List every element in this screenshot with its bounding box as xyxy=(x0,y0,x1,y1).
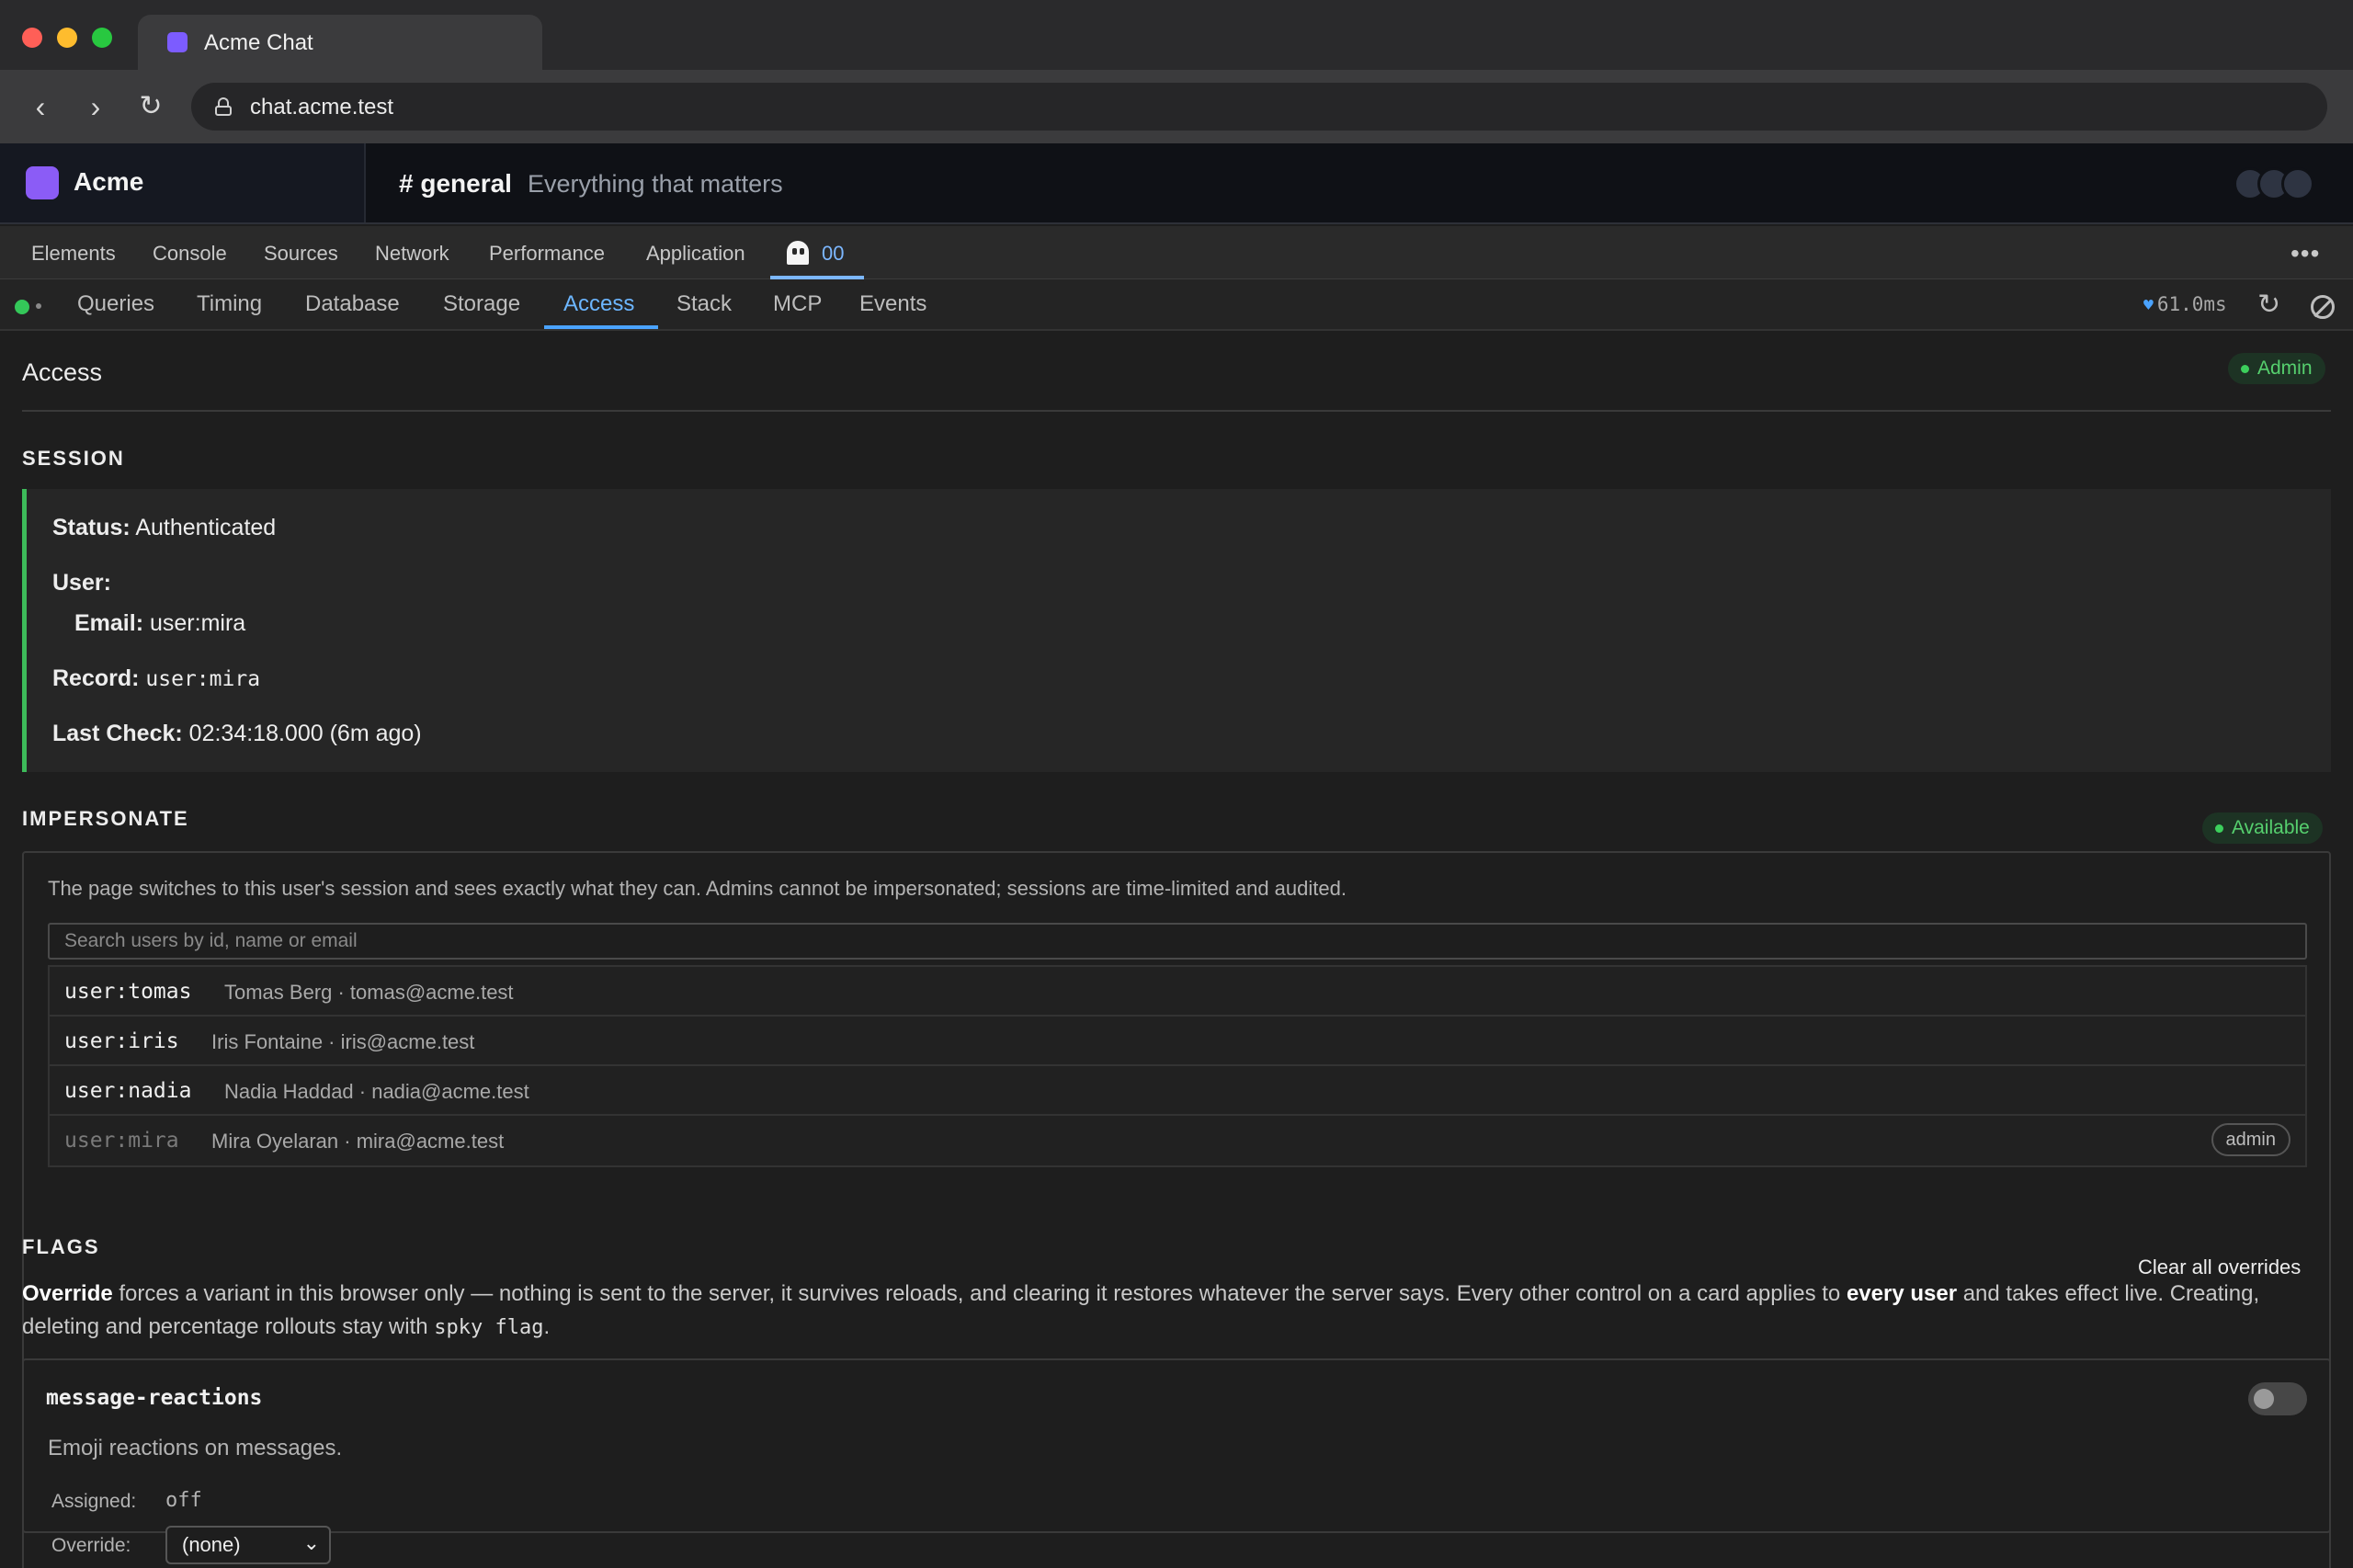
session-last-check: Last Check: 02:34:18.000 (6m ago) xyxy=(52,721,422,746)
subtab-storage[interactable]: Storage xyxy=(443,291,520,317)
override-select[interactable]: (none) ⌄ xyxy=(165,1526,331,1564)
browser-tab-title: Acme Chat xyxy=(204,30,313,55)
admin-badge: admin xyxy=(2211,1123,2290,1156)
impersonate-section-title: IMPERSONATE xyxy=(22,807,189,830)
assigned-label: Assigned: xyxy=(51,1491,137,1512)
subtab-mcp[interactable]: MCP xyxy=(773,291,822,317)
subtab-access[interactable]: Access xyxy=(563,291,634,317)
devtools-tab-elements[interactable]: Elements xyxy=(31,242,116,266)
devtools-tab-sources[interactable]: Sources xyxy=(264,242,338,266)
member-avatars[interactable] xyxy=(2234,167,2325,200)
workspace-logo xyxy=(26,166,59,199)
subtab-queries[interactable]: Queries xyxy=(77,291,154,317)
browser-tab-strip: Acme Chat xyxy=(0,0,2353,70)
browser-tab[interactable]: Acme Chat xyxy=(138,15,542,70)
connection-status-dot[interactable] xyxy=(15,300,29,314)
more-icon[interactable]: ••• xyxy=(2290,239,2320,268)
user-id: user:mira xyxy=(64,1129,179,1153)
user-search-input[interactable] xyxy=(48,923,2307,960)
latency-readout: ♥ 61.0ms xyxy=(2143,293,2227,315)
user-id: user:iris xyxy=(64,1029,179,1053)
close-window-button[interactable] xyxy=(22,28,42,48)
active-subtab-indicator xyxy=(544,325,658,329)
user-row-mira: user:mira Mira Oyelaran · mira@acme.test… xyxy=(50,1116,2305,1165)
lock-icon xyxy=(215,97,232,116)
flag-card: message-reactions Emoji reactions on mes… xyxy=(22,1358,2331,1568)
status-menu-icon[interactable] xyxy=(36,303,41,309)
flag-description: Emoji reactions on messages. xyxy=(48,1436,343,1460)
subtab-stack[interactable]: Stack xyxy=(676,291,732,317)
workspace-name: Acme xyxy=(74,167,144,196)
url-text[interactable]: chat.acme.test xyxy=(250,95,393,120)
address-bar[interactable]: chat.acme.test xyxy=(191,83,2327,131)
session-status: Status: Authenticated xyxy=(52,515,277,540)
block-icon[interactable] xyxy=(2311,295,2335,319)
toggle-knob xyxy=(2254,1389,2274,1409)
user-meta: Nadia Haddad · nadia@acme.test xyxy=(224,1080,529,1103)
channel-name: # general xyxy=(399,169,512,198)
reload-icon[interactable]: ↻ xyxy=(132,88,169,125)
latency-value: 61.0ms xyxy=(2156,293,2227,315)
user-id: user:tomas xyxy=(64,980,192,1004)
panel-title: Access xyxy=(22,358,103,386)
session-email: Email: user:mira xyxy=(74,610,246,636)
minimize-window-button[interactable] xyxy=(57,28,77,48)
override-selected-value: (none) xyxy=(182,1533,241,1556)
ghost-icon[interactable] xyxy=(787,241,809,265)
user-row-tomas[interactable]: user:tomas Tomas Berg · tomas@acme.test xyxy=(50,967,2305,1017)
devtools-tab-performance[interactable]: Performance xyxy=(489,242,605,266)
divider xyxy=(22,410,2331,412)
user-row-nadia[interactable]: user:nadia Nadia Haddad · nadia@acme.tes… xyxy=(50,1066,2305,1116)
session-section-title: SESSION xyxy=(22,447,125,470)
devtools-tab-application[interactable]: Application xyxy=(646,242,745,266)
flags-description: Override forces a variant in this browse… xyxy=(22,1281,2260,1339)
chevron-right-icon[interactable]: › xyxy=(77,88,114,125)
panel-subtabs: Queries Timing Database Storage Access S… xyxy=(0,279,2353,331)
app-header: Acme # general Everything that matters xyxy=(0,143,2353,224)
flag-toggle[interactable] xyxy=(2248,1382,2307,1415)
flags-section-title: FLAGS xyxy=(22,1235,100,1258)
session-user: User: xyxy=(52,570,111,596)
devtools-tab-console[interactable]: Console xyxy=(153,242,227,266)
devtools-tab-extension[interactable]: 00 xyxy=(822,242,844,266)
subtab-database[interactable]: Database xyxy=(305,291,400,317)
user-meta: Tomas Berg · tomas@acme.test xyxy=(224,981,514,1004)
browser-toolbar: ‹ › ↻ chat.acme.test xyxy=(0,70,2353,143)
heart-icon: ♥ xyxy=(2143,296,2154,315)
subtab-timing[interactable]: Timing xyxy=(197,291,262,317)
favicon-icon xyxy=(167,32,188,52)
flag-name: message-reactions xyxy=(46,1386,263,1410)
user-id: user:nadia xyxy=(64,1079,192,1103)
session-card: Status: Authenticated User: Email: user:… xyxy=(22,489,2331,772)
user-meta: Iris Fontaine · iris@acme.test xyxy=(211,1030,475,1053)
channel-topic: Everything that matters xyxy=(528,170,783,198)
user-meta: Mira Oyelaran · mira@acme.test xyxy=(211,1130,505,1153)
chevron-left-icon[interactable]: ‹ xyxy=(22,88,59,125)
avatar xyxy=(2281,167,2314,200)
assigned-value: off xyxy=(165,1489,202,1512)
maximize-window-button[interactable] xyxy=(92,28,112,48)
clear-overrides-button[interactable]: Clear all overrides xyxy=(2138,1256,2301,1279)
chevron-down-icon: ⌄ xyxy=(302,1531,320,1554)
refresh-icon[interactable]: ↻ xyxy=(2257,289,2280,321)
user-list: user:tomas Tomas Berg · tomas@acme.test … xyxy=(48,965,2307,1167)
user-row-iris[interactable]: user:iris Iris Fontaine · iris@acme.test xyxy=(50,1017,2305,1066)
impersonate-status-badge: Available xyxy=(2202,812,2323,844)
role-badge: Admin xyxy=(2228,353,2325,384)
devtools-tab-network[interactable]: Network xyxy=(375,242,449,266)
access-panel: Access Admin SESSION Status: Authenticat… xyxy=(0,333,2353,1568)
override-label: Override: xyxy=(51,1535,131,1556)
workspace-switcher[interactable]: Acme xyxy=(0,143,366,222)
subtab-events[interactable]: Events xyxy=(859,291,926,317)
impersonate-description: The page switches to this user's session… xyxy=(48,877,1347,900)
session-record: Record: user:mira xyxy=(52,665,261,691)
devtools-tabs: Elements Console Sources Network Perform… xyxy=(0,226,2353,279)
